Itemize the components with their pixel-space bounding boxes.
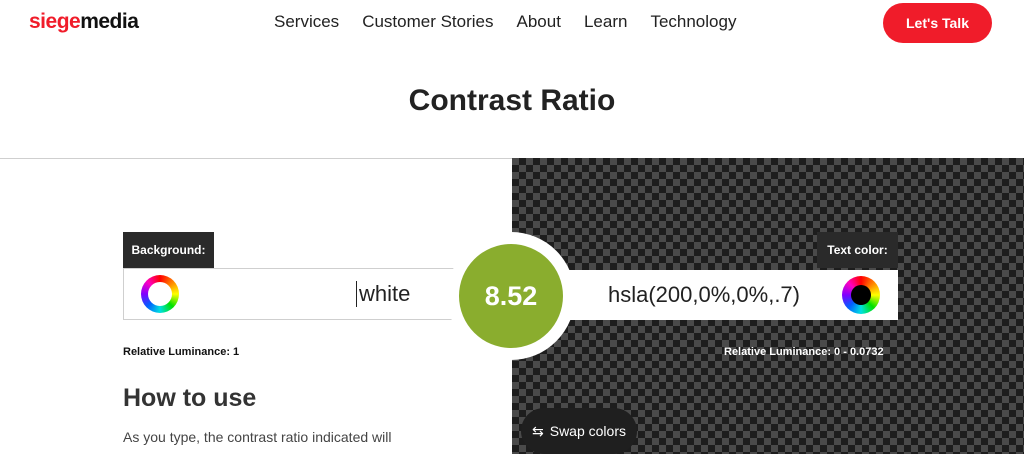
swap-arrows-icon: ⇆ xyxy=(532,422,544,439)
nav-item-services[interactable]: Services xyxy=(274,12,339,32)
how-to-use-text: As you type, the contrast ratio indicate… xyxy=(123,429,392,445)
text-color-field xyxy=(560,270,898,320)
background-field xyxy=(123,268,463,320)
background-luminance-label: Relative Luminance: xyxy=(123,346,230,358)
lets-talk-button[interactable]: Let's Talk xyxy=(883,3,992,43)
nav-item-about[interactable]: About xyxy=(517,12,561,32)
text-color-label: Text color: xyxy=(817,232,898,268)
main-nav: Services Customer Stories About Learn Te… xyxy=(274,12,759,32)
logo-part-1: siege xyxy=(29,10,81,33)
page-title: Contrast Ratio xyxy=(408,84,616,117)
swap-colors-button[interactable]: ⇆ Swap colors xyxy=(521,408,637,454)
nav-item-technology[interactable]: Technology xyxy=(650,12,736,32)
logo-part-2: media xyxy=(80,10,139,33)
contrast-ratio-value: 8.52 xyxy=(459,244,563,348)
text-color-input[interactable] xyxy=(608,282,828,308)
text-color-luminance: Relative Luminance: 0 - 0.0732 xyxy=(724,346,884,358)
nav-item-learn[interactable]: Learn xyxy=(584,12,627,32)
background-color-input[interactable] xyxy=(356,281,446,307)
background-luminance: Relative Luminance: 1 xyxy=(123,346,239,358)
color-wheel-icon[interactable] xyxy=(141,275,179,313)
how-to-use-heading: How to use xyxy=(123,384,257,412)
text-color-luminance-label: Relative Luminance: xyxy=(724,346,831,358)
text-color-luminance-value: 0 - 0.0732 xyxy=(834,346,884,358)
nav-item-customer-stories[interactable]: Customer Stories xyxy=(362,12,493,32)
siegemedia-logo[interactable]: siegemedia xyxy=(29,10,139,34)
background-label: Background: xyxy=(123,232,214,268)
color-wheel-icon[interactable] xyxy=(842,276,880,314)
swap-colors-label: Swap colors xyxy=(549,423,626,439)
section-divider xyxy=(0,158,512,159)
background-luminance-value: 1 xyxy=(233,346,240,358)
